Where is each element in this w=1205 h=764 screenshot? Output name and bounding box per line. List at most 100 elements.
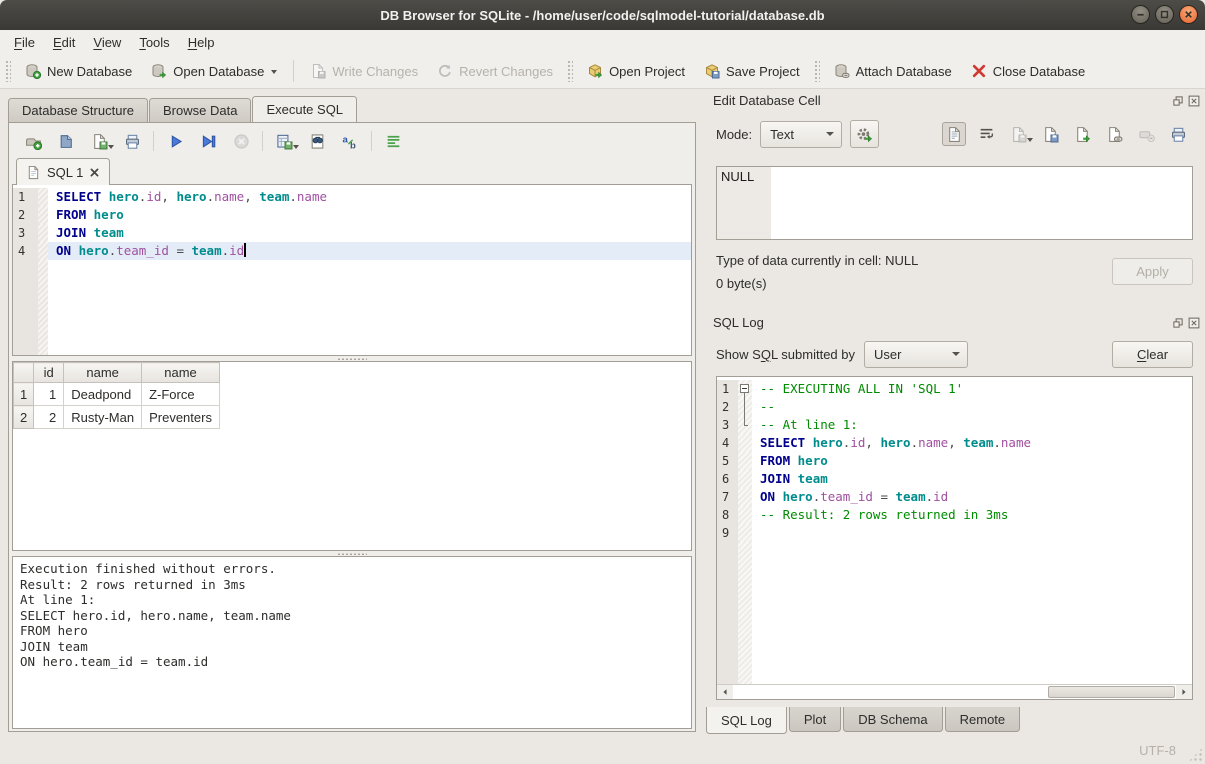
open-database-button[interactable]: Open Database <box>144 59 284 83</box>
copy-link-button[interactable] <box>1102 122 1126 146</box>
cell-editor-toolbar <box>942 122 1190 146</box>
text-view-button[interactable] <box>942 122 966 146</box>
execute-current-line-button[interactable] <box>196 129 220 153</box>
dock-tab-db-schema[interactable]: DB Schema <box>843 707 942 732</box>
sql-editor[interactable]: 1SELECT hero.id, hero.name, team.name2FR… <box>12 184 692 356</box>
dropdown-arrow-icon[interactable] <box>108 145 114 152</box>
dock-tabbar: SQL LogPlotDB SchemaRemote <box>706 707 1022 734</box>
line-number: 5 <box>717 452 738 470</box>
set-null-button[interactable] <box>1134 122 1158 146</box>
printer-icon <box>1170 126 1187 143</box>
write-changes-icon <box>310 63 326 79</box>
execute-all-button[interactable] <box>163 129 187 153</box>
code-line: 2-- <box>717 398 1192 416</box>
attach-database-button[interactable]: Attach Database <box>827 59 959 83</box>
fold-margin <box>738 434 752 452</box>
close-button[interactable] <box>1179 5 1198 24</box>
table-cell[interactable]: 2 <box>34 406 64 429</box>
sql-log-code: 1-- EXECUTING ALL IN 'SQL 1'2--3-- At li… <box>717 377 1192 684</box>
arrow-right-icon <box>1179 687 1189 697</box>
line-number: 2 <box>13 206 38 224</box>
save-sql-file-button[interactable] <box>87 129 111 153</box>
word-wrap-button[interactable] <box>381 129 405 153</box>
fold-collapse-icon[interactable] <box>740 384 749 393</box>
column-header-id[interactable]: id <box>34 363 64 383</box>
scroll-right-button[interactable] <box>1176 685 1192 699</box>
save-cell-button[interactable] <box>1006 122 1030 146</box>
splitter-results-messages[interactable] <box>12 551 692 556</box>
sql-tab[interactable]: SQL 1 <box>16 158 110 185</box>
close-tab-icon[interactable] <box>89 167 100 178</box>
titlebar[interactable]: DB Browser for SQLite - /home/user/code/… <box>0 0 1205 30</box>
word-wrap-button[interactable] <box>974 122 998 146</box>
horizontal-scrollbar[interactable] <box>717 684 1192 699</box>
table-cell[interactable]: 1 <box>34 383 64 406</box>
float-dock-button[interactable] <box>1171 94 1184 107</box>
menu-edit[interactable]: Edit <box>44 32 84 53</box>
new-sql-tab-button[interactable] <box>21 129 45 153</box>
clear-log-button[interactable]: Clear <box>1112 341 1193 368</box>
toolbar-drag-handle[interactable] <box>567 60 573 82</box>
print-sql-button[interactable] <box>120 129 144 153</box>
table-cell[interactable]: Deadpond <box>64 383 142 406</box>
dropdown-arrow-icon[interactable] <box>1027 138 1033 145</box>
scrollbar-groove[interactable] <box>733 685 1176 699</box>
splitter-editor-results[interactable] <box>12 356 692 361</box>
code-text: ON hero.team_id = team.id <box>752 488 1192 506</box>
column-header-name[interactable]: name <box>64 363 142 383</box>
print-cell-button[interactable] <box>1166 122 1190 146</box>
tab-browse-data[interactable]: Browse Data <box>149 98 251 122</box>
fold-margin[interactable] <box>738 380 752 398</box>
import-data-button[interactable] <box>1038 122 1062 146</box>
menu-tools[interactable]: Tools <box>130 32 178 53</box>
scroll-left-button[interactable] <box>717 685 733 699</box>
close-database-button[interactable]: Close Database <box>964 59 1093 83</box>
dropdown-arrow-icon[interactable] <box>271 70 277 77</box>
format-sql-button[interactable]: ab <box>338 129 362 153</box>
row-header[interactable]: 1 <box>14 383 34 406</box>
cell-mode-row: Mode: Text <box>716 119 1195 149</box>
new-database-button[interactable]: New Database <box>18 59 139 83</box>
menu-help[interactable]: Help <box>179 32 224 53</box>
stop-execution-button[interactable] <box>229 129 253 153</box>
menu-view[interactable]: View <box>84 32 130 53</box>
menu-file[interactable]: File <box>5 32 44 53</box>
fold-margin <box>738 416 752 434</box>
mode-combobox[interactable]: Text <box>760 121 842 148</box>
maximize-button[interactable] <box>1155 5 1174 24</box>
dropdown-arrow-icon[interactable] <box>293 145 299 152</box>
dock-tab-plot[interactable]: Plot <box>789 707 841 732</box>
find-replace-button[interactable] <box>305 129 329 153</box>
open-sql-file-button[interactable] <box>54 129 78 153</box>
save-project-button[interactable]: Save Project <box>697 59 807 83</box>
auto-apply-button[interactable] <box>850 120 879 148</box>
table-corner-cell[interactable] <box>14 363 34 383</box>
table-cell[interactable]: Rusty-Man <box>64 406 142 429</box>
close-dock-button[interactable] <box>1187 316 1200 329</box>
write-changes-button[interactable]: Write Changes <box>303 59 425 83</box>
scrollbar-thumb[interactable] <box>1048 686 1175 698</box>
revert-changes-button[interactable]: Revert Changes <box>430 59 560 83</box>
dock-tab-sql-log[interactable]: SQL Log <box>706 707 787 734</box>
apply-button[interactable]: Apply <box>1112 258 1193 285</box>
submitted-by-combobox[interactable]: User <box>864 341 968 368</box>
tab-database-structure[interactable]: Database Structure <box>8 98 148 122</box>
dock-tab-remote[interactable]: Remote <box>945 707 1021 732</box>
table-cell[interactable]: Z-Force <box>142 383 220 406</box>
toolbar-drag-handle[interactable] <box>5 60 11 82</box>
export-data-button[interactable] <box>1070 122 1094 146</box>
table-cell[interactable]: Preventers <box>142 406 220 429</box>
tab-execute-sql[interactable]: Execute SQL <box>252 96 357 122</box>
minimize-button[interactable] <box>1131 5 1150 24</box>
sql-log-dock-title: SQL Log <box>713 315 764 330</box>
float-dock-button[interactable] <box>1171 316 1184 329</box>
row-header[interactable]: 2 <box>14 406 34 429</box>
toolbar-drag-handle[interactable] <box>814 60 820 82</box>
save-results-button[interactable] <box>272 129 296 153</box>
close-dock-button[interactable] <box>1187 94 1200 107</box>
resize-grip[interactable] <box>1188 747 1203 762</box>
close-icon <box>1188 317 1200 329</box>
cell-value-editor[interactable]: NULL <box>716 166 1193 240</box>
open-project-button[interactable]: Open Project <box>580 59 692 83</box>
column-header-name[interactable]: name <box>142 363 220 383</box>
